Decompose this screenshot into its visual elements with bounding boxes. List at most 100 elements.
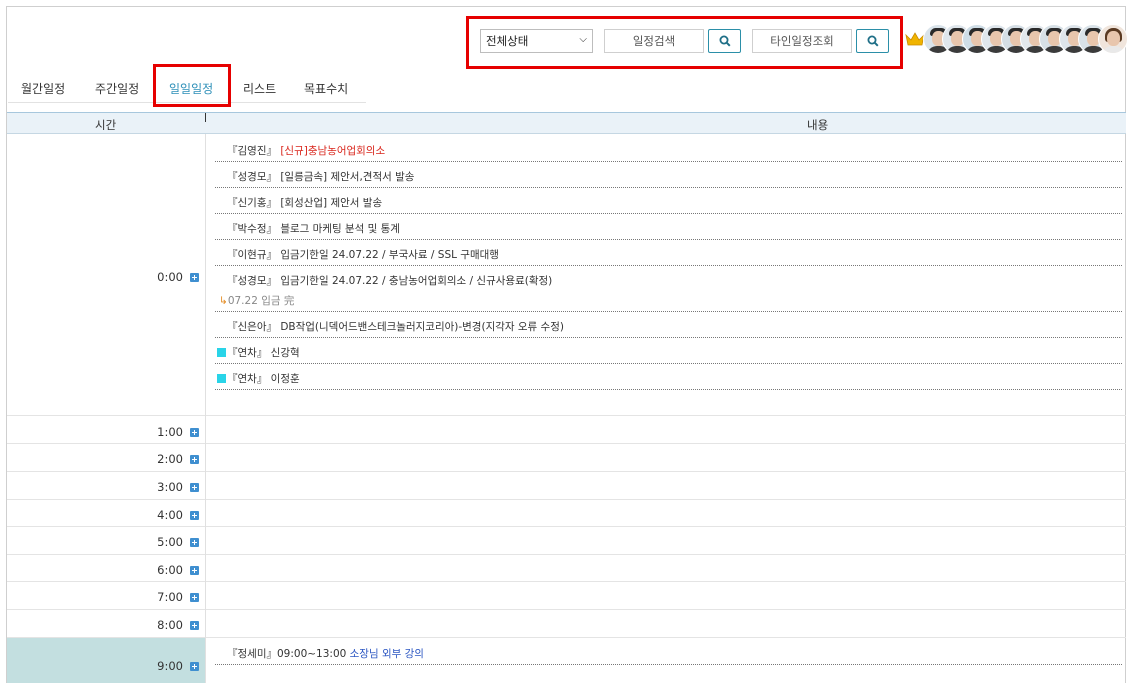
hour-cell: 0:00 (7, 134, 205, 415)
plus-icon[interactable] (190, 566, 199, 575)
chevron-down-icon: ⌵ (579, 34, 587, 45)
event-title: 이정훈 (267, 373, 300, 385)
event-item[interactable]: 『신기홍』 [회성산업] 제안서 발송 (215, 189, 1122, 214)
search-icon (867, 35, 879, 47)
event-item[interactable]: 『연차』 이정훈 (215, 365, 1122, 390)
event-item[interactable]: 『연차』 신강혁 (215, 339, 1122, 364)
hour-cell: 3:00 (7, 472, 205, 499)
header-content: 내용 (807, 118, 829, 132)
event-item[interactable]: 『박수정』 블로그 마케팅 분석 및 통계 (215, 215, 1122, 240)
hour-label: 6:00 (157, 563, 183, 577)
column-divider (205, 134, 206, 683)
event-item[interactable]: 『김영진』 [신규]충남농어업회의소 (215, 137, 1122, 162)
event-owner: 『성경모』 (227, 171, 277, 183)
hour-cell: 2:00 (7, 444, 205, 471)
hour-row: 3:00 (7, 472, 1126, 500)
event-title: 입금기한일 24.07.22 / 부국사료 / SSL 구매대행 (276, 249, 499, 261)
event-text: 『신기홍』 [회성산업] 제안서 발송 (227, 195, 382, 210)
plus-icon[interactable] (190, 593, 199, 602)
event-owner: 『성경모』 (227, 275, 277, 287)
event-note: ↳07.22 입금 完 (219, 293, 294, 308)
event-owner: 『연차』 (227, 347, 268, 359)
schedule-search-button[interactable] (708, 29, 741, 53)
event-title: DB작업(니덱어드밴스테크놀러지코리아)-변경(지각자 오류 수정) (276, 321, 564, 333)
hour-row: 2:00 (7, 444, 1126, 472)
plus-icon[interactable] (190, 455, 199, 464)
tab-targets[interactable]: 목표수치 (304, 80, 348, 97)
avatar-face (1106, 31, 1120, 46)
plus-icon[interactable] (190, 483, 199, 492)
event-owner: 『김영진』 (227, 145, 277, 157)
schedule-search-input[interactable]: 일정검색 (604, 29, 704, 53)
leave-marker (217, 374, 226, 383)
tab-highlight-box (153, 64, 231, 107)
plus-icon[interactable] (190, 662, 199, 671)
event-text: 『신은아』 DB작업(니덱어드밴스테크놀러지코리아)-변경(지각자 오류 수정) (227, 319, 564, 334)
hour-row: 7:00 (7, 582, 1126, 610)
header-time: 시간 (95, 118, 117, 132)
other-schedule-input[interactable]: 타인일정조회 (752, 29, 852, 53)
event-time: 09:00~13:00 (276, 648, 350, 660)
hour-cell: 6:00 (7, 555, 205, 581)
event-note-text: 07.22 입금 完 (227, 295, 295, 307)
leave-marker (217, 348, 226, 357)
crown-icon (905, 32, 925, 46)
schedule-search-placeholder: 일정검색 (632, 34, 676, 48)
tab-list[interactable]: 리스트 (243, 80, 276, 97)
search-icon (719, 35, 731, 47)
event-item[interactable]: 『정세미』09:00~13:00 소장님 외부 강의 (215, 640, 1122, 665)
event-title: 소장님 외부 강의 (349, 648, 424, 660)
plus-icon[interactable] (190, 428, 199, 437)
event-item[interactable]: 『성경모』 [일릉금속] 제안서,견적서 발송 (215, 163, 1122, 188)
hour-label: 5:00 (157, 535, 183, 549)
hour-label: 4:00 (157, 508, 183, 522)
hour-cell: 5:00 (7, 527, 205, 554)
event-title: 블로그 마케팅 분석 및 통계 (276, 223, 400, 235)
hour-row: 1:00 (7, 416, 1126, 444)
event-item[interactable]: 『신은아』 DB작업(니덱어드밴스테크놀러지코리아)-변경(지각자 오류 수정) (215, 313, 1122, 338)
event-text: 『정세미』09:00~13:00 소장님 외부 강의 (227, 646, 424, 661)
header-divider (205, 113, 206, 122)
hour-row: 5:00 (7, 527, 1126, 555)
event-text: 『이현규』 입금기한일 24.07.22 / 부국사료 / SSL 구매대행 (227, 247, 499, 262)
event-title: [신규]충남농어업회의소 (276, 145, 386, 157)
event-title: 입금기한일 24.07.22 / 충남농어업회의소 / 신규사용료(확정) (276, 275, 553, 287)
hour-row: 4:00 (7, 500, 1126, 527)
event-text: 『성경모』 [일릉금속] 제안서,견적서 발송 (227, 169, 414, 184)
event-owner: 『정세미』 (227, 648, 277, 660)
hour-row: 8:00 (7, 610, 1126, 638)
plus-icon[interactable] (190, 621, 199, 630)
other-schedule-placeholder: 타인일정조회 (770, 34, 834, 48)
status-select-value: 전체상태 (486, 34, 529, 48)
status-select[interactable]: 전체상태 ⌵ (480, 29, 593, 53)
hour-label: 8:00 (157, 618, 183, 632)
plus-icon[interactable] (190, 511, 199, 520)
tab-monthly[interactable]: 월간일정 (21, 80, 65, 97)
event-item[interactable]: 『성경모』 입금기한일 24.07.22 / 충남농어업회의소 / 신규사용료(… (215, 267, 1122, 312)
event-text: 『박수정』 블로그 마케팅 분석 및 통계 (227, 221, 400, 236)
grid-header: 시간 내용 (7, 112, 1126, 134)
event-owner: 『신기홍』 (227, 197, 277, 209)
reply-arrow-icon: ↳ (219, 295, 228, 307)
hour-label: 7:00 (157, 590, 183, 604)
event-owner: 『신은아』 (227, 321, 277, 333)
hour-row: 6:00 (7, 555, 1126, 582)
hour-label: 9:00 (157, 659, 183, 673)
event-owner: 『연차』 (227, 373, 268, 385)
hour-label: 0:00 (157, 270, 183, 284)
event-owner: 『박수정』 (227, 223, 277, 235)
hour-cell: 9:00 (7, 638, 205, 683)
plus-icon[interactable] (190, 273, 199, 282)
hour-cell: 7:00 (7, 582, 205, 609)
hour-label: 2:00 (157, 452, 183, 466)
avatar[interactable] (1097, 24, 1127, 54)
tab-weekly[interactable]: 주간일정 (95, 80, 139, 97)
other-schedule-search-button[interactable] (856, 29, 889, 53)
event-item[interactable]: 『이현규』 입금기한일 24.07.22 / 부국사료 / SSL 구매대행 (215, 241, 1122, 266)
event-text: 『김영진』 [신규]충남농어업회의소 (227, 143, 385, 158)
hour-cell: 8:00 (7, 610, 205, 637)
plus-icon[interactable] (190, 538, 199, 547)
hour-cell: 1:00 (7, 416, 205, 443)
event-title: 신강혁 (267, 347, 300, 359)
avatar-body (1101, 46, 1125, 53)
